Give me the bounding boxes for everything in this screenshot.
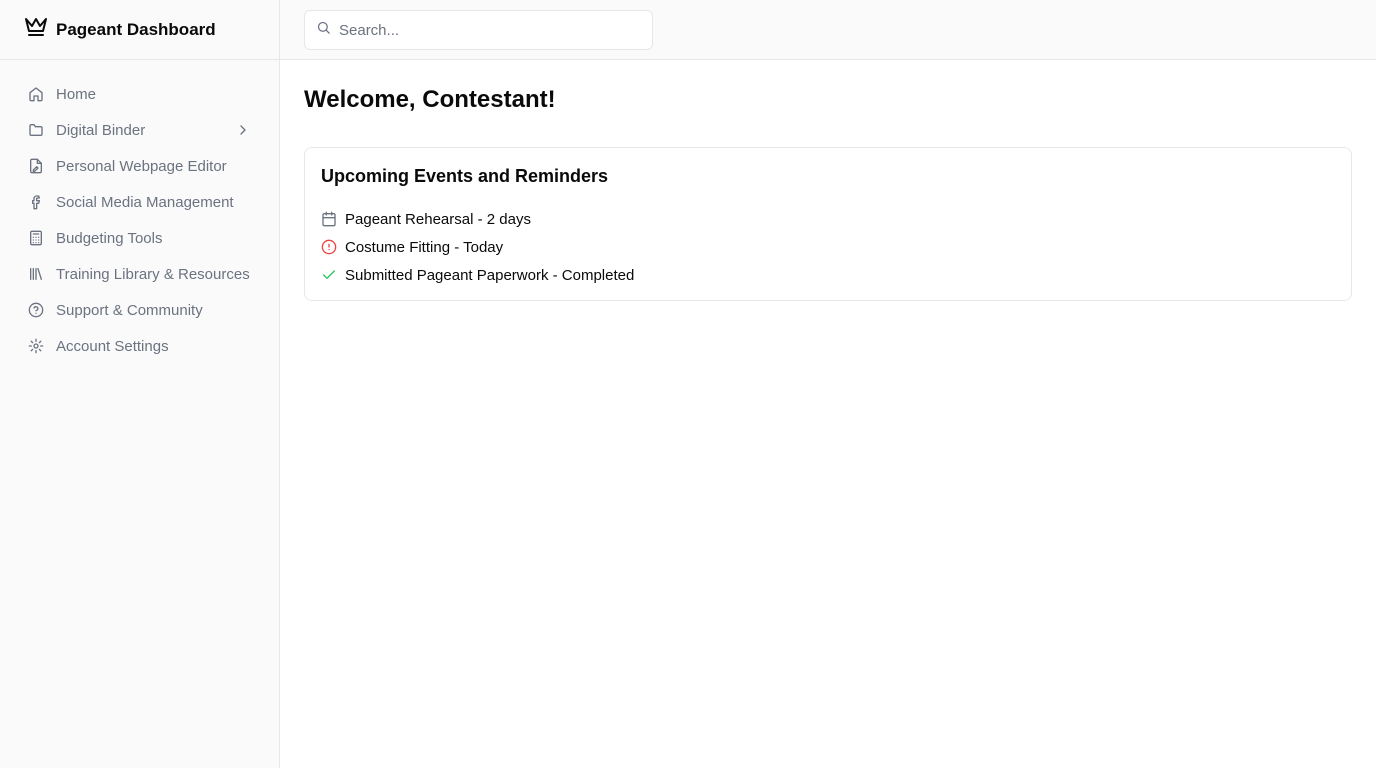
facebook-icon (28, 194, 44, 210)
topbar (280, 0, 1376, 60)
sidebar-item-label: Personal Webpage Editor (56, 157, 227, 175)
list-item: Submitted Pageant Paperwork - Completed (321, 261, 1335, 289)
events-list: Pageant Rehearsal - 2 days Costume Fitti… (321, 205, 1335, 289)
alert-circle-icon (321, 239, 337, 255)
sidebar-item-budgeting[interactable]: Budgeting Tools (0, 220, 279, 256)
sidebar-item-home[interactable]: Home (0, 76, 279, 112)
home-icon (28, 86, 44, 102)
sidebar-item-label: Budgeting Tools (56, 229, 163, 247)
sidebar-item-label: Support & Community (56, 301, 203, 319)
list-item: Costume Fitting - Today (321, 233, 1335, 261)
sidebar-item-label: Home (56, 85, 97, 103)
sidebar-nav: Home Digital Binder Personal Webpage Edi… (0, 60, 279, 364)
sidebar-item-account-settings[interactable]: Account Settings (0, 328, 279, 364)
crown-icon (24, 15, 48, 44)
events-card: Upcoming Events and Reminders Pageant Re… (304, 147, 1352, 301)
sidebar-item-training-library[interactable]: Training Library & Resources (0, 256, 279, 292)
page-title: Welcome, Contestant! (304, 86, 556, 113)
search-box[interactable] (304, 10, 653, 50)
event-text: Costume Fitting - Today (345, 238, 504, 256)
search-icon (316, 20, 331, 40)
gear-icon (28, 338, 44, 354)
folder-icon (28, 122, 44, 138)
list-item: Pageant Rehearsal - 2 days (321, 205, 1335, 233)
sidebar-item-label: Training Library & Resources (56, 265, 250, 283)
sidebar-item-label: Account Settings (56, 337, 169, 355)
card-title: Upcoming Events and Reminders (321, 166, 609, 186)
sidebar-item-digital-binder[interactable]: Digital Binder (0, 112, 279, 148)
check-icon (321, 267, 337, 283)
sidebar-item-label: Social Media Management (56, 193, 234, 211)
event-text: Submitted Pageant Paperwork - Completed (345, 266, 635, 284)
sidebar: Pageant Dashboard Home Digital Binder Pe… (0, 0, 280, 768)
calculator-icon (28, 230, 44, 246)
sidebar-item-support[interactable]: Support & Community (0, 292, 279, 328)
calendar-icon (321, 211, 337, 227)
main-content: Welcome, Contestant! Upcoming Events and… (304, 60, 1352, 301)
brand[interactable]: Pageant Dashboard (0, 0, 279, 60)
event-text: Pageant Rehearsal - 2 days (345, 210, 531, 228)
file-edit-icon (28, 158, 44, 174)
help-circle-icon (28, 302, 44, 318)
search-input[interactable] (339, 21, 639, 39)
sidebar-item-social-media[interactable]: Social Media Management (0, 184, 279, 220)
chevron-right-icon[interactable] (235, 122, 251, 138)
library-icon (28, 266, 44, 282)
sidebar-item-webpage-editor[interactable]: Personal Webpage Editor (0, 148, 279, 184)
app-title: Pageant Dashboard (56, 19, 216, 39)
sidebar-item-label: Digital Binder (56, 121, 146, 139)
